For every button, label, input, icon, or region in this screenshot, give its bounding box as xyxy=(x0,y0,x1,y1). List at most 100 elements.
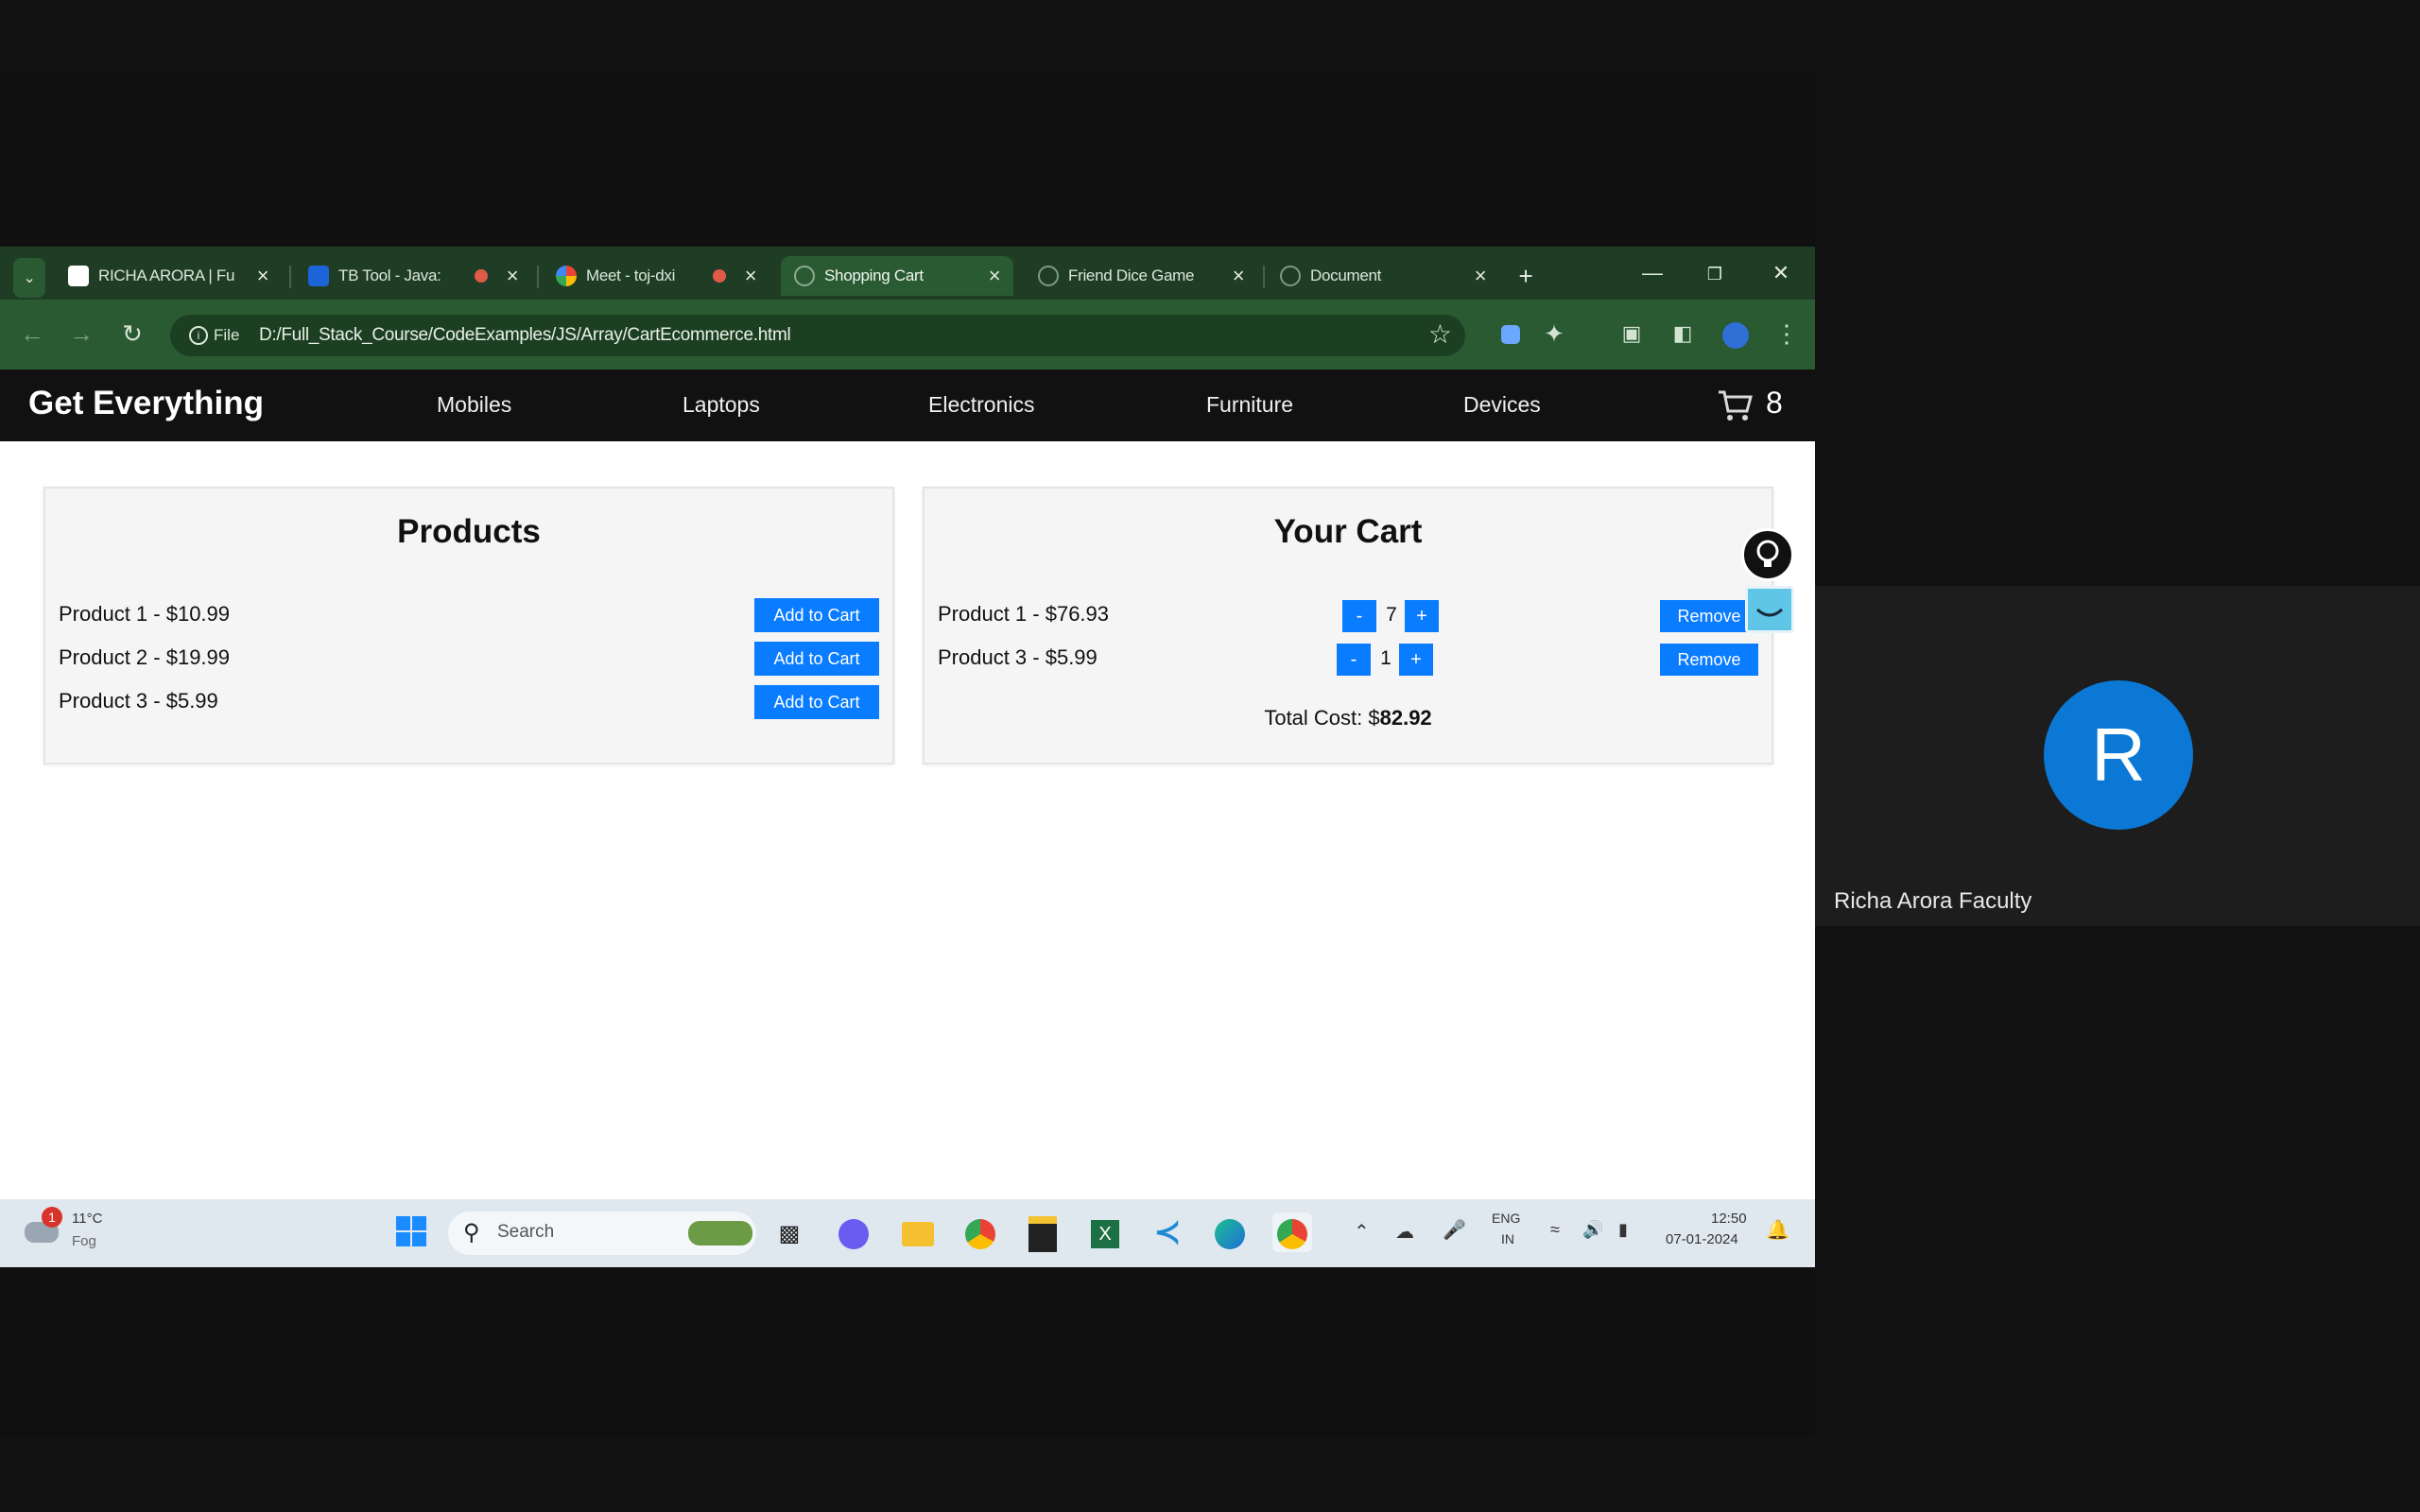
tab-friend-dice-game[interactable]: Friend Dice Game × xyxy=(1025,256,1257,296)
product-label: Product 1 - $10.99 xyxy=(59,602,231,626)
close-icon[interactable]: × xyxy=(739,264,762,288)
close-window-button[interactable]: ✕ xyxy=(1760,249,1802,297)
tab-richa-arora[interactable]: RICHA ARORA | Fu × xyxy=(55,256,282,296)
minimize-icon: — xyxy=(1642,261,1663,284)
extensions-button[interactable]: ✦ xyxy=(1535,315,1573,352)
forward-button[interactable]: → xyxy=(62,315,100,352)
cloud-icon[interactable]: ☁ xyxy=(1395,1220,1414,1244)
nav-link-laptops[interactable]: Laptops xyxy=(683,392,760,418)
taskbar-search[interactable]: ⚲ Search xyxy=(448,1211,756,1255)
menu-button[interactable]: ⋮ xyxy=(1768,315,1806,352)
tab-divider xyxy=(537,266,539,288)
tab-tb-tool[interactable]: TB Tool - Java: × xyxy=(295,256,531,296)
tab-search-button[interactable]: ⌄ xyxy=(13,258,45,298)
participant-name: Richa Arora Faculty xyxy=(1834,888,2032,914)
chevron-up-icon[interactable]: ⌃ xyxy=(1354,1220,1370,1244)
nav-link-devices[interactable]: Devices xyxy=(1463,392,1541,418)
close-icon[interactable]: × xyxy=(983,264,1006,288)
sticky-notes-icon xyxy=(1028,1215,1057,1252)
url-text[interactable]: D:/Full_Stack_Course/CodeExamples/JS/Arr… xyxy=(259,315,791,356)
clock-time[interactable]: 12:50 xyxy=(1711,1211,1747,1227)
close-icon[interactable]: × xyxy=(251,264,274,288)
notification-bell-icon[interactable]: 🔔 xyxy=(1766,1218,1789,1242)
reload-button[interactable]: ↻ xyxy=(113,315,151,352)
extension-badge-icon xyxy=(1501,325,1520,345)
side-panel-button[interactable]: ◧ xyxy=(1664,315,1702,352)
close-icon[interactable]: × xyxy=(1469,264,1492,288)
add-to-cart-button[interactable]: Add to Cart xyxy=(754,642,879,676)
tab-title: Meet - toj-dxi xyxy=(586,266,676,284)
remove-button[interactable]: Remove xyxy=(1660,600,1758,632)
clock-date[interactable]: 07-01-2024 xyxy=(1666,1231,1738,1247)
tab-shopping-cart[interactable]: Shopping Cart × xyxy=(781,256,1013,296)
battery-icon[interactable]: ▮ xyxy=(1618,1220,1628,1240)
new-tab-button[interactable]: + xyxy=(1509,256,1543,296)
tab-title: Document xyxy=(1310,266,1382,284)
chat-app-button[interactable] xyxy=(834,1212,873,1252)
cast-button[interactable]: ▣ xyxy=(1613,315,1651,352)
nav-link-furniture[interactable]: Furniture xyxy=(1206,392,1293,418)
language-code[interactable]: ENG xyxy=(1492,1211,1520,1226)
chrome-button[interactable] xyxy=(960,1212,1000,1252)
edge-icon xyxy=(1215,1218,1245,1249)
excel-icon: X xyxy=(1091,1219,1119,1248)
edge-button[interactable] xyxy=(1210,1212,1250,1252)
total-cost-label: Total Cost: $ xyxy=(1264,706,1380,730)
browser-tab-strip: ⌄ RICHA ARORA | Fu × TB Tool - Java: × M… xyxy=(0,247,1815,300)
microphone-icon[interactable]: 🎤 xyxy=(1443,1218,1466,1242)
close-icon[interactable]: × xyxy=(1227,264,1250,288)
windows-logo-icon xyxy=(396,1216,426,1246)
extension-button[interactable] xyxy=(1492,315,1530,352)
cart-item-label: Product 3 - $5.99 xyxy=(938,645,1098,669)
windows-taskbar: 1 11°C Fog ⚲ Search ▩ X ≺ ⌃ ☁ 🎤 ENG IN ≈… xyxy=(0,1199,1815,1267)
search-icon: ⚲ xyxy=(463,1220,480,1246)
tab-divider xyxy=(289,266,291,288)
cart-panel: Your Cart Product 1 - $76.93 - 7 + Remov… xyxy=(923,487,1773,765)
nav-link-mobiles[interactable]: Mobiles xyxy=(437,392,511,418)
add-to-cart-button[interactable]: Add to Cart xyxy=(754,685,879,719)
maximize-button[interactable]: ❐ xyxy=(1694,249,1736,297)
chrome-active-button[interactable] xyxy=(1272,1212,1312,1252)
participant-tile[interactable]: R Richa Arora Faculty xyxy=(1815,586,2420,926)
decrease-quantity-button[interactable]: - xyxy=(1337,644,1371,676)
chevron-down-icon: ⌄ xyxy=(23,270,36,286)
meet-icon xyxy=(556,266,577,286)
profile-button[interactable] xyxy=(1717,315,1754,352)
product-label: Product 2 - $19.99 xyxy=(59,645,231,669)
address-bar[interactable]: i File D:/Full_Stack_Course/CodeExamples… xyxy=(170,315,1465,356)
remove-button[interactable]: Remove xyxy=(1660,644,1758,676)
start-button[interactable] xyxy=(391,1212,431,1252)
increase-quantity-button[interactable]: + xyxy=(1399,644,1433,676)
products-panel: Products Product 1 - $10.99 Add to Cart … xyxy=(43,487,894,765)
site-info-chip[interactable]: i File xyxy=(180,320,249,351)
tab-meet[interactable]: Meet - toj-dxi × xyxy=(543,256,769,296)
nav-link-electronics[interactable]: Electronics xyxy=(928,392,1034,418)
excel-button[interactable]: X xyxy=(1085,1212,1125,1252)
restore-icon: ❐ xyxy=(1706,265,1723,284)
bookmark-star-icon[interactable]: ☆ xyxy=(1428,318,1452,350)
increase-quantity-button[interactable]: + xyxy=(1405,600,1439,632)
close-icon[interactable]: × xyxy=(501,264,524,288)
site-brand[interactable]: Get Everything xyxy=(28,385,264,422)
tab-document[interactable]: Document × xyxy=(1267,256,1499,296)
cart-count: 8 xyxy=(1766,386,1783,420)
minimize-button[interactable]: — xyxy=(1632,249,1673,297)
more-vertical-icon: ⋮ xyxy=(1774,319,1799,348)
weather-widget[interactable]: 1 xyxy=(25,1207,62,1250)
volume-icon[interactable]: 🔊 xyxy=(1582,1220,1603,1240)
task-view-button[interactable]: ▩ xyxy=(769,1212,809,1252)
cast-icon: ▣ xyxy=(1621,321,1642,345)
sticky-notes-button[interactable] xyxy=(1023,1212,1063,1252)
chat-widget-icon[interactable] xyxy=(1745,586,1794,633)
wifi-icon[interactable]: ≈ xyxy=(1550,1220,1560,1240)
weather-temp: 11°C xyxy=(72,1211,103,1227)
vscode-icon: ≺ xyxy=(1153,1214,1182,1250)
add-to-cart-button[interactable]: Add to Cart xyxy=(754,598,879,632)
file-explorer-button[interactable] xyxy=(898,1212,938,1252)
shopping-cart-icon[interactable] xyxy=(1717,388,1753,422)
decrease-quantity-button[interactable]: - xyxy=(1342,600,1376,632)
lightbulb-icon[interactable] xyxy=(1741,528,1794,581)
chrome-icon xyxy=(965,1218,995,1249)
vscode-button[interactable]: ≺ xyxy=(1148,1212,1187,1252)
back-button[interactable]: ← xyxy=(13,315,51,352)
